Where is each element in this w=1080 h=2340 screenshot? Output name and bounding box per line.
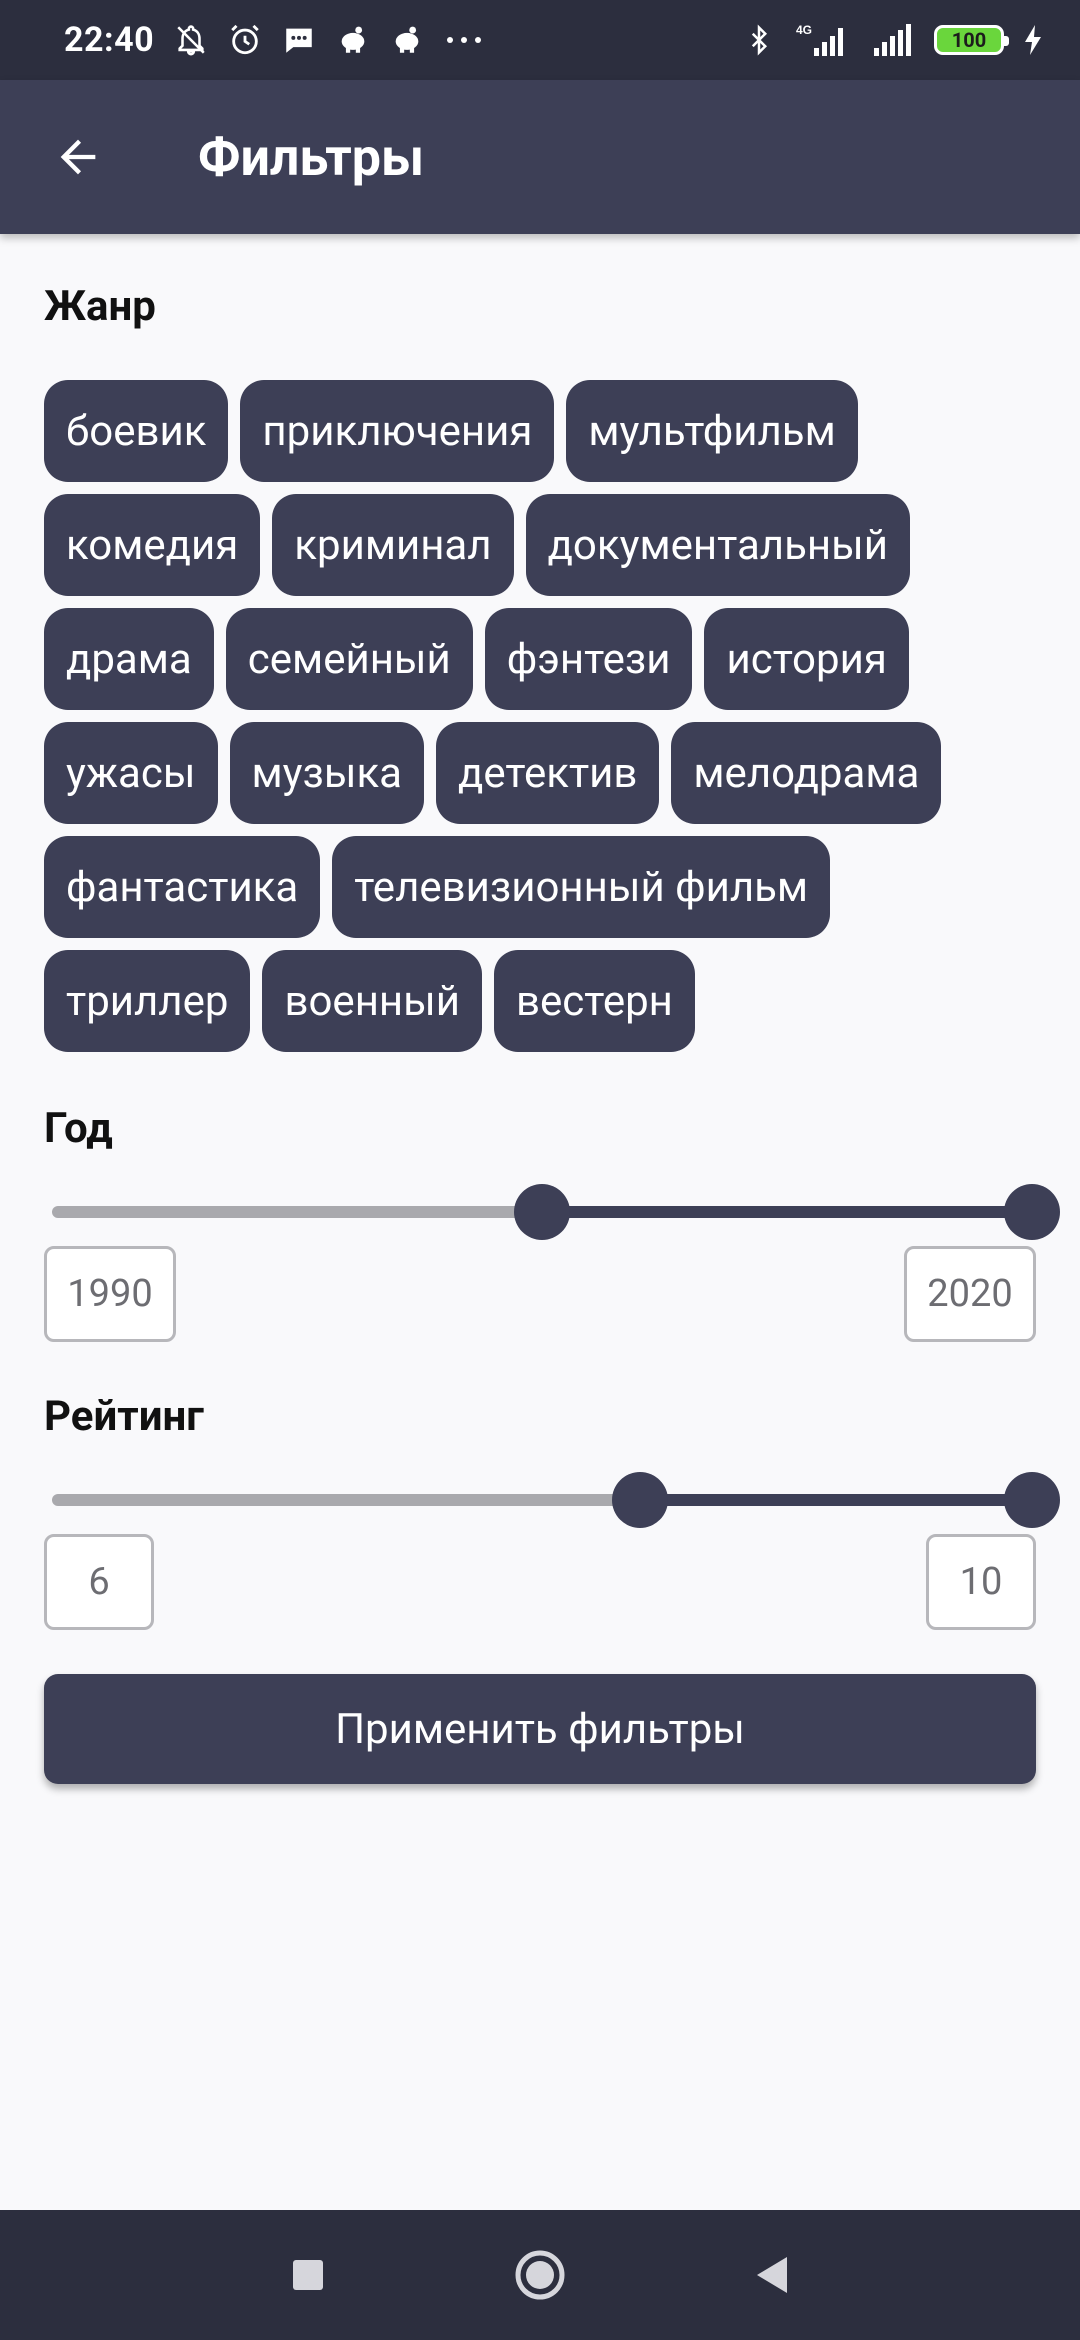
page-title: Фильтры	[198, 126, 425, 188]
genre-chip[interactable]: телевизионный фильм	[332, 836, 831, 938]
rating-slider-range	[640, 1494, 1032, 1506]
genre-chip[interactable]: музыка	[229, 722, 425, 824]
year-max-field[interactable]: 2020	[904, 1246, 1036, 1342]
genre-chip[interactable]: триллер	[44, 950, 251, 1052]
genre-chip[interactable]: семейный	[225, 608, 473, 710]
home-button[interactable]	[510, 2245, 570, 2305]
genre-chip[interactable]: боевик	[44, 380, 229, 482]
year-slider-range	[542, 1206, 1032, 1218]
status-bar: 22:40 4G 100	[0, 0, 1080, 80]
genre-chip[interactable]: ужасы	[44, 722, 218, 824]
more-icon	[444, 30, 484, 50]
genre-chip[interactable]: мелодрама	[671, 722, 942, 824]
genre-chip[interactable]: детектив	[436, 722, 660, 824]
status-time: 22:40	[64, 20, 155, 60]
bluetooth-icon	[744, 22, 774, 58]
back-button[interactable]	[38, 117, 118, 197]
genre-chip[interactable]: криминал	[272, 494, 514, 596]
back-triangle-icon	[757, 2257, 787, 2293]
genre-chip[interactable]: вестерн	[493, 950, 695, 1052]
signal-icon	[870, 22, 916, 58]
network-label: 4G	[796, 23, 812, 37]
rating-slider-track[interactable]	[52, 1494, 1032, 1506]
year-title: Год	[44, 1104, 113, 1153]
genre-chip[interactable]: мультфильм	[566, 380, 858, 482]
recents-button[interactable]	[278, 2245, 338, 2305]
rating-title: Рейтинг	[44, 1392, 204, 1441]
genre-title: Жанр	[44, 282, 156, 331]
rating-slider-start-thumb[interactable]	[612, 1472, 668, 1528]
notifications-off-icon	[174, 23, 208, 57]
apply-filters-button[interactable]: Применить фильтры	[44, 1674, 1036, 1784]
year-slider-start-thumb[interactable]	[514, 1184, 570, 1240]
genre-chip[interactable]: драма	[44, 608, 214, 710]
genre-chip[interactable]: фантастика	[44, 836, 321, 938]
genre-chip[interactable]: история	[704, 608, 909, 710]
charging-icon	[1022, 23, 1044, 57]
battery-level: 100	[951, 28, 987, 52]
genre-chip[interactable]: комедия	[44, 494, 261, 596]
system-nav-bar	[0, 2210, 1080, 2340]
genre-chips: боевик приключения мультфильм комедия кримин…	[44, 380, 1044, 1052]
genre-chip[interactable]: приключения	[240, 380, 555, 482]
message-icon	[282, 23, 316, 57]
piggy-bank-icon	[336, 23, 370, 57]
alarm-icon	[228, 23, 262, 57]
genre-chip[interactable]: фэнтези	[484, 608, 693, 710]
battery-icon: 100	[934, 25, 1009, 55]
rating-max-field[interactable]: 10	[926, 1534, 1036, 1630]
status-left: 22:40	[64, 20, 484, 60]
app-bar: Фильтры	[0, 80, 1080, 234]
piggy-bank-icon	[390, 23, 424, 57]
rating-slider-end-thumb[interactable]	[1004, 1472, 1060, 1528]
rating-min-field[interactable]: 6	[44, 1534, 154, 1630]
year-min-field[interactable]: 1990	[44, 1246, 176, 1342]
signal-4g-icon: 4G	[792, 22, 852, 58]
genre-chip[interactable]: военный	[262, 950, 482, 1052]
status-right: 4G 100	[744, 22, 1044, 58]
arrow-back-icon	[60, 139, 96, 175]
home-circle-icon	[515, 2250, 565, 2300]
back-nav-button[interactable]	[742, 2245, 802, 2305]
recents-square-icon	[293, 2260, 323, 2290]
year-slider-end-thumb[interactable]	[1004, 1184, 1060, 1240]
genre-chip[interactable]: документальный	[525, 494, 910, 596]
